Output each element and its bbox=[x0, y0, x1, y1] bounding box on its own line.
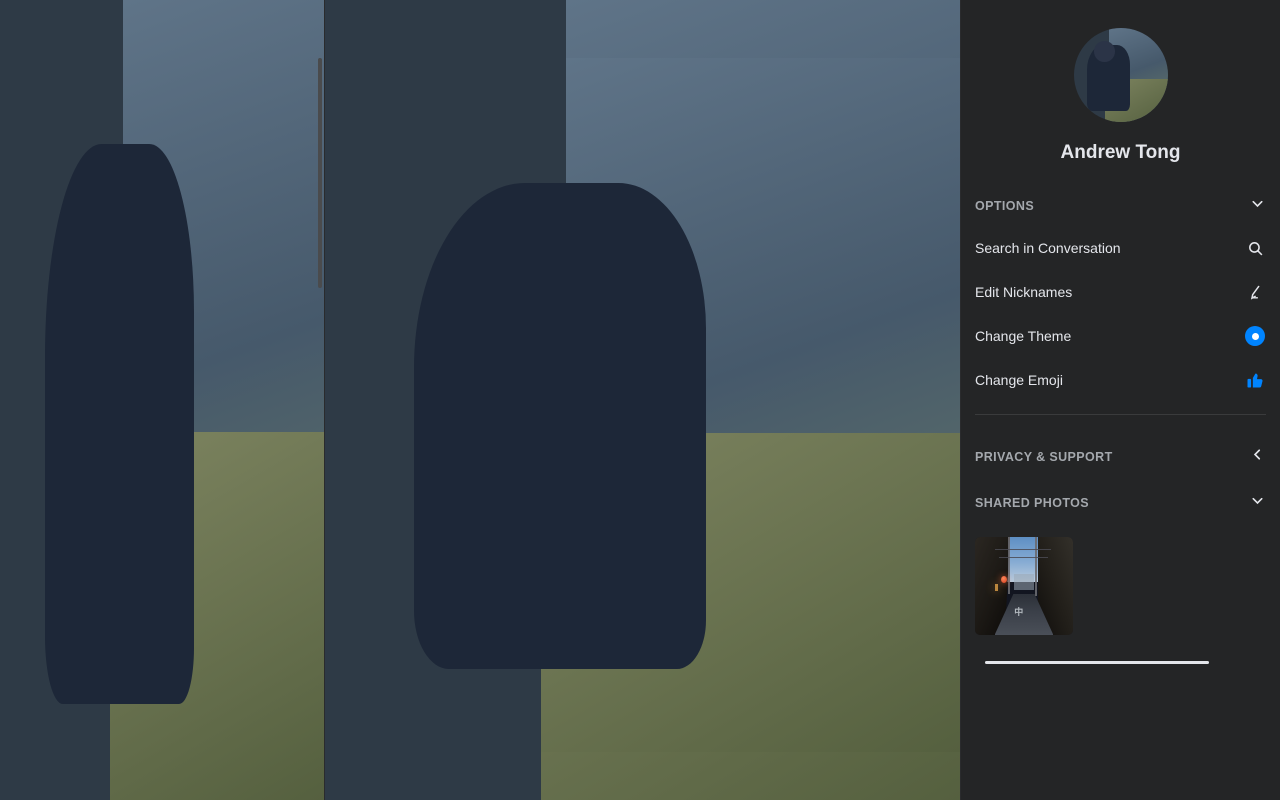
option-edit-nicknames[interactable]: Edit Nicknames bbox=[975, 270, 1266, 314]
chat-list: Andrew Tong You changed the cha... 12:38… bbox=[0, 108, 324, 170]
shared-photos-scrollbar[interactable] bbox=[985, 661, 1209, 664]
thread-header: Andrew Tong bbox=[325, 0, 960, 58]
message-list: 止 中 bbox=[325, 58, 960, 752]
avatar bbox=[363, 665, 389, 691]
option-change-emoji[interactable]: Change Emoji bbox=[975, 358, 1266, 402]
thumbs-up-icon bbox=[1244, 369, 1266, 391]
profile-avatar[interactable] bbox=[1074, 28, 1168, 122]
option-label: Edit Nicknames bbox=[975, 284, 1072, 300]
search-icon bbox=[1244, 237, 1266, 259]
chevron-down-icon[interactable] bbox=[1249, 195, 1266, 217]
option-label: Search in Conversation bbox=[975, 240, 1121, 256]
theme-color-dot bbox=[1244, 325, 1266, 347]
message-row: I'm pretty sure it is bbox=[335, 656, 942, 691]
option-search-in-conversation[interactable]: Search in Conversation bbox=[975, 226, 1266, 270]
option-change-theme[interactable]: Change Theme bbox=[975, 314, 1266, 358]
section-title: PRIVACY & SUPPORT bbox=[975, 450, 1113, 464]
conversation-thread: Andrew Tong bbox=[324, 0, 960, 800]
messenger-app: Chats bbox=[0, 0, 1280, 800]
chat-read-receipt-avatar bbox=[296, 131, 312, 147]
section-title: SHARED PHOTOS bbox=[975, 496, 1089, 510]
sidebar-scrollbar[interactable] bbox=[318, 58, 322, 288]
section-header-options[interactable]: OPTIONS bbox=[975, 186, 1266, 226]
section-title: OPTIONS bbox=[975, 199, 1034, 213]
divider bbox=[975, 414, 1266, 415]
sidebar: Chats bbox=[0, 0, 324, 800]
profile-name: Andrew Tong bbox=[975, 142, 1266, 164]
section-header-shared-photos[interactable]: SHARED PHOTOS bbox=[975, 483, 1266, 523]
thread-avatar[interactable] bbox=[345, 11, 381, 47]
shared-photo-thumbnail[interactable]: 中 bbox=[975, 537, 1073, 635]
chevron-left-icon[interactable] bbox=[1249, 446, 1266, 468]
option-label: Change Theme bbox=[975, 328, 1071, 344]
sidebar-chat-andrew-tong[interactable]: Andrew Tong You changed the cha... 12:38… bbox=[0, 108, 324, 170]
pencil-icon bbox=[1244, 281, 1266, 303]
option-label: Change Emoji bbox=[975, 372, 1063, 388]
details-panel: Andrew Tong OPTIONS Search in Conversati… bbox=[960, 0, 1280, 800]
section-header-privacy-support[interactable]: PRIVACY & SUPPORT bbox=[975, 437, 1266, 477]
chevron-down-icon[interactable] bbox=[1249, 492, 1266, 514]
